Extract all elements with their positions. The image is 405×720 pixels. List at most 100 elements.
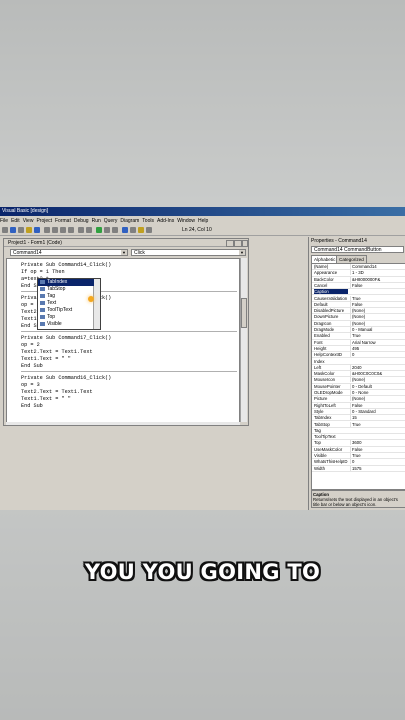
menu-item[interactable]: Project — [36, 218, 52, 224]
procedure-combo[interactable]: Click ▼ — [131, 249, 246, 256]
autocomplete-scrollbar[interactable] — [93, 279, 100, 329]
properties-window-icon[interactable] — [130, 227, 136, 233]
property-value[interactable]: True — [350, 333, 405, 339]
property-value[interactable]: (None) — [350, 320, 405, 326]
property-value[interactable]: 3600 — [350, 440, 405, 446]
end-icon[interactable] — [112, 227, 118, 233]
menu-item[interactable]: Diagram — [120, 218, 139, 224]
property-value[interactable]: 1575 — [350, 465, 405, 471]
chevron-down-icon[interactable]: ▼ — [121, 250, 127, 255]
property-value[interactable]: Command14 — [350, 264, 405, 269]
property-row[interactable]: UseMaskColor False — [312, 446, 405, 453]
property-value[interactable]: 0 - None — [350, 390, 405, 395]
property-row[interactable]: Width 1575 — [312, 465, 405, 472]
add-project-icon[interactable] — [2, 227, 8, 233]
property-row[interactable]: Caption — [312, 289, 405, 296]
open-project-icon[interactable] — [26, 227, 32, 233]
property-value[interactable]: 0 - Default — [350, 383, 405, 389]
autocomplete-item[interactable]: Tag — [38, 293, 94, 300]
code-line[interactable]: Text1.Text = " " — [21, 356, 71, 362]
redo-icon[interactable] — [86, 227, 92, 233]
property-value[interactable]: False — [350, 446, 405, 452]
code-line[interactable]: Private Sub Command14_Click() — [21, 262, 111, 268]
property-value[interactable]: (None) — [350, 314, 405, 320]
close-button[interactable] — [242, 240, 248, 247]
copy-icon[interactable] — [52, 227, 58, 233]
property-value[interactable]: False — [350, 402, 405, 408]
object-combo[interactable]: Command14 ▼ — [10, 249, 128, 256]
find-icon[interactable] — [68, 227, 74, 233]
code-line[interactable]: Text1.Text = " " — [21, 396, 71, 402]
property-value[interactable]: False — [350, 282, 405, 288]
autocomplete-item[interactable]: TabStop — [38, 286, 94, 293]
project-explorer-icon[interactable] — [122, 227, 128, 233]
menu-item[interactable]: View — [23, 218, 34, 224]
tab-alphabetic[interactable]: Alphabetic — [311, 255, 339, 263]
autocomplete-item[interactable]: ToolTipText — [38, 307, 94, 314]
property-row[interactable]: HelpContextID 0 — [312, 352, 405, 359]
property-value[interactable]: 0 - Standard — [350, 408, 405, 414]
property-value[interactable]: False — [350, 301, 405, 307]
autocomplete-item[interactable]: TabIndex — [38, 279, 94, 286]
property-value[interactable]: 0 - Manual — [350, 327, 405, 332]
property-value[interactable]: 2040 — [350, 364, 405, 370]
undo-icon[interactable] — [78, 227, 84, 233]
maximize-button[interactable] — [234, 240, 242, 247]
horizontal-scrollbar[interactable] — [6, 422, 240, 425]
vertical-scrollbar[interactable] — [240, 258, 247, 422]
code-line[interactable]: End Sub — [21, 363, 43, 369]
menu-item[interactable]: Edit — [11, 218, 20, 224]
property-value[interactable]: True — [350, 421, 405, 427]
menu-item[interactable]: Add-Ins — [157, 218, 174, 224]
code-line[interactable]: Text2.Text = Text1.Text — [21, 349, 93, 355]
property-value[interactable]: 495 — [350, 345, 405, 351]
minimize-button[interactable] — [226, 240, 234, 247]
menu-item[interactable]: Debug — [74, 218, 89, 224]
autocomplete-list[interactable]: TabIndex TabStop Tag Text ToolTipText Top Visi… — [37, 278, 101, 330]
property-row[interactable]: DragIcon (None) — [312, 320, 405, 327]
property-value[interactable]: (None) — [350, 396, 405, 402]
property-value[interactable]: 0 — [350, 459, 405, 465]
property-value[interactable]: (None) — [350, 377, 405, 383]
property-value[interactable]: 15 — [350, 415, 405, 421]
property-value[interactable]: Arial Narrow — [350, 339, 405, 345]
property-row[interactable]: MousePointer 0 - Default — [312, 383, 405, 390]
properties-object-combo[interactable]: Command14 CommandButton — [311, 246, 404, 253]
menu-item[interactable]: Query — [104, 218, 118, 224]
property-value[interactable]: 1 - 3D — [350, 270, 405, 276]
autocomplete-item[interactable]: Visible — [38, 321, 94, 328]
code-line[interactable]: Private Sub Command16_Click() — [21, 375, 111, 381]
tab-categorized[interactable]: Categorized — [336, 255, 367, 263]
property-row[interactable]: TabIndex 15 — [312, 415, 405, 422]
code-line[interactable]: If op = 1 Then — [21, 269, 65, 275]
object-browser-icon[interactable] — [138, 227, 144, 233]
property-value[interactable]: (None) — [350, 308, 405, 314]
property-value[interactable]: 0 — [350, 352, 405, 358]
code-line[interactable]: op = 3 — [21, 382, 40, 388]
autocomplete-item[interactable]: Text — [38, 300, 94, 307]
chevron-down-icon[interactable]: ▼ — [239, 250, 245, 255]
cut-icon[interactable] — [44, 227, 50, 233]
menu-item[interactable]: File — [0, 218, 8, 224]
menu-item[interactable]: Help — [198, 218, 208, 224]
menu-item[interactable]: Tools — [142, 218, 154, 224]
code-line[interactable]: Text2.Text = Text1.Text — [21, 389, 93, 395]
menu-item[interactable]: Format — [55, 218, 71, 224]
autocomplete-item[interactable]: Top — [38, 314, 94, 321]
code-line[interactable]: Private Sub Command17_Click() — [21, 335, 111, 341]
scrollbar-thumb[interactable] — [241, 298, 247, 328]
add-form-icon[interactable] — [10, 227, 16, 233]
property-value[interactable]: True — [350, 453, 405, 458]
code-line[interactable]: op = 2 — [21, 342, 40, 348]
break-icon[interactable] — [104, 227, 110, 233]
start-icon[interactable] — [96, 227, 102, 233]
property-value[interactable]: &H00C0C0C0& — [350, 371, 405, 377]
code-line[interactable]: End Sub — [21, 403, 43, 409]
property-value[interactable]: True — [350, 295, 405, 301]
property-grid[interactable]: (Name) Command14 Appearance 1 - 3D BackColor… — [311, 263, 405, 490]
menu-item[interactable]: Window — [177, 218, 195, 224]
save-icon[interactable] — [34, 227, 40, 233]
toolbox-icon[interactable] — [146, 227, 152, 233]
property-value[interactable]: &H8000000F& — [350, 276, 405, 282]
menu-item[interactable]: Run — [92, 218, 101, 224]
